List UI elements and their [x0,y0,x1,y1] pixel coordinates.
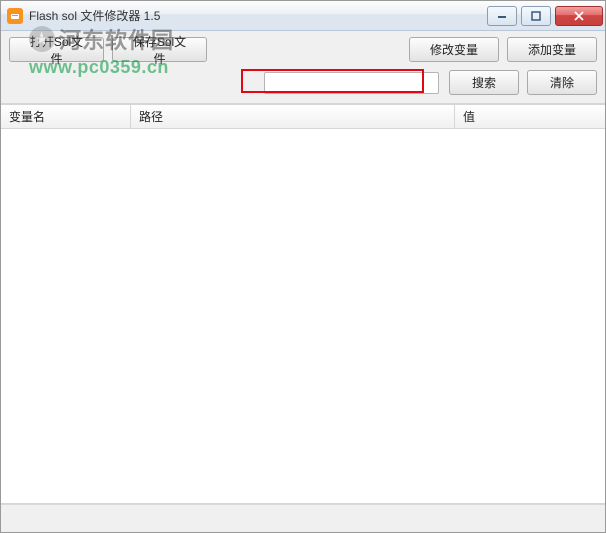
toolbar: 打开Sol文件 保存Sol文件 修改变量 添加变量 搜索 清除 [1,31,605,104]
close-button[interactable] [555,6,603,26]
maximize-button[interactable] [521,6,551,26]
modify-variable-button[interactable]: 修改变量 [409,37,499,62]
column-header-value[interactable]: 值 [455,105,605,128]
save-sol-button[interactable]: 保存Sol文件 [112,37,207,62]
minimize-button[interactable] [487,6,517,26]
add-variable-button[interactable]: 添加变量 [507,37,597,62]
title-bar: Flash sol 文件修改器 1.5 [1,1,605,31]
table-body[interactable] [1,129,605,503]
clear-button[interactable]: 清除 [527,70,597,95]
open-sol-button[interactable]: 打开Sol文件 [9,37,104,62]
column-header-path[interactable]: 路径 [131,105,455,128]
column-header-name[interactable]: 变量名 [1,105,131,128]
search-input[interactable] [264,72,439,94]
app-icon [7,8,23,24]
variables-table: 变量名 路径 值 [1,104,605,504]
table-header: 变量名 路径 值 [1,105,605,129]
window-title: Flash sol 文件修改器 1.5 [29,7,160,24]
status-bar [1,504,605,532]
search-button[interactable]: 搜索 [449,70,519,95]
